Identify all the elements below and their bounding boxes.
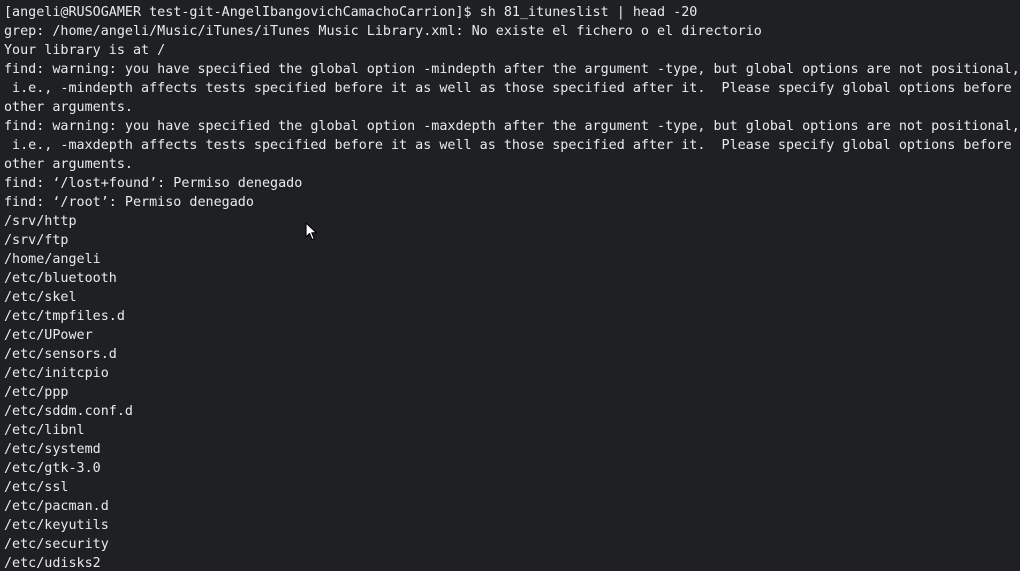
terminal-line: /etc/tmpfiles.d xyxy=(4,309,125,324)
terminal-line: /etc/systemd xyxy=(4,442,101,457)
terminal-line: /etc/keyutils xyxy=(4,518,109,533)
terminal-line: /etc/ppp xyxy=(4,385,69,400)
terminal-line: /etc/initcpio xyxy=(4,366,109,381)
terminal-line: /etc/udisks2 xyxy=(4,556,101,571)
terminal-window[interactable]: [angeli@RUSOGAMER test-git-AngelIbangovi… xyxy=(0,0,1020,571)
terminal-line: /etc/sensors.d xyxy=(4,347,117,362)
terminal-line: other arguments. xyxy=(4,100,133,115)
terminal-line: /etc/pacman.d xyxy=(4,499,109,514)
terminal-line: /etc/libnl xyxy=(4,423,85,438)
terminal-line: find: ‘/lost+found’: Permiso denegado xyxy=(4,176,303,191)
terminal-line: Your library is at / xyxy=(4,43,166,58)
terminal-line: /etc/gtk-3.0 xyxy=(4,461,101,476)
terminal-line: /etc/UPower xyxy=(4,328,93,343)
mouse-pointer-icon xyxy=(305,222,318,241)
terminal-line: grep: /home/angeli/Music/iTunes/iTunes M… xyxy=(4,24,762,39)
terminal-line: find: warning: you have specified the gl… xyxy=(4,62,1020,77)
terminal-line: /srv/http xyxy=(4,214,77,229)
terminal-line: /etc/bluetooth xyxy=(4,271,117,286)
terminal-line: i.e., -maxdepth affects tests specified … xyxy=(4,138,1012,153)
terminal-output: [angeli@RUSOGAMER test-git-AngelIbangovi… xyxy=(4,3,1020,571)
terminal-line: /home/angeli xyxy=(4,252,101,267)
terminal-line: other arguments. xyxy=(4,157,133,172)
terminal-line: /etc/ssl xyxy=(4,480,69,495)
terminal-line: i.e., -mindepth affects tests specified … xyxy=(4,81,1012,96)
terminal-line: /srv/ftp xyxy=(4,233,69,248)
terminal-line: find: ‘/root’: Permiso denegado xyxy=(4,195,254,210)
terminal-line: /etc/security xyxy=(4,537,109,552)
terminal-line: /etc/sddm.conf.d xyxy=(4,404,133,419)
terminal-line: /etc/skel xyxy=(4,290,77,305)
terminal-line-prompt: [angeli@RUSOGAMER test-git-AngelIbangovi… xyxy=(4,5,698,20)
terminal-line: find: warning: you have specified the gl… xyxy=(4,119,1020,134)
